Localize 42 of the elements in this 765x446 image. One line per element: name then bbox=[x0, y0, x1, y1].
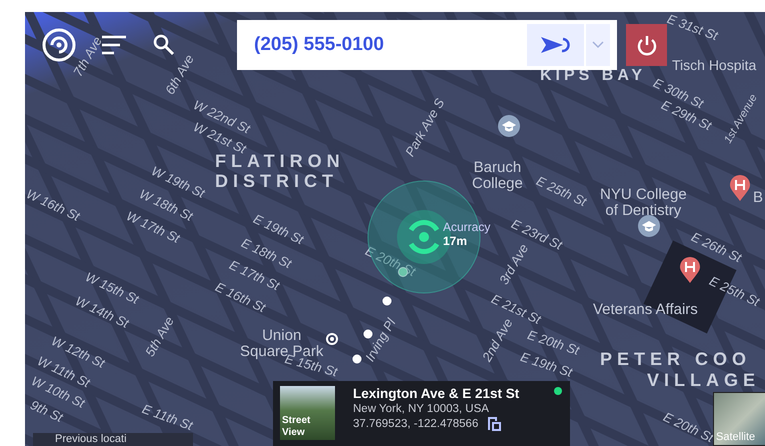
hospital-marker-icon bbox=[729, 174, 751, 202]
accuracy-label: Acurracy bbox=[443, 220, 490, 234]
street-view-photo-placeholder[interactable]: Street View bbox=[280, 386, 335, 440]
location-title: Lexington Ave & E 21st St bbox=[353, 386, 520, 401]
map-label: NYU College of Dentistry bbox=[600, 187, 687, 218]
map-label: 6th Ave bbox=[163, 52, 196, 97]
search-icon[interactable] bbox=[153, 34, 175, 56]
map-label: FLATIRON bbox=[215, 152, 345, 171]
location-coordinates: 37.769523, -122.478566 bbox=[353, 418, 478, 430]
send-arrow-icon bbox=[538, 34, 572, 56]
previous-location-button[interactable]: Previous locati bbox=[33, 433, 193, 446]
hospital-marker-icon bbox=[679, 256, 701, 284]
map-label: Tisch Hospita bbox=[672, 58, 756, 73]
phone-number-field[interactable]: (205) 555-0100 bbox=[237, 20, 617, 70]
map-label: DISTRICT bbox=[215, 172, 338, 191]
map-label: 3rd Ave bbox=[497, 242, 531, 287]
map-label: E 25th St bbox=[534, 174, 588, 209]
school-marker-icon bbox=[497, 114, 521, 138]
map-label: VILLAGE bbox=[647, 371, 760, 390]
copy-icon[interactable] bbox=[488, 417, 502, 431]
map-label: E 25th St bbox=[707, 274, 762, 309]
place-marker-icon bbox=[325, 332, 339, 346]
map-label: E 11th St bbox=[140, 402, 194, 433]
chevron-down-icon bbox=[592, 41, 604, 49]
map-label: 7th Ave bbox=[71, 34, 104, 79]
map-label: B bbox=[753, 190, 764, 206]
map-label: PETER COO bbox=[600, 350, 752, 369]
location-address: New York, NY 10003, USA bbox=[353, 403, 490, 415]
map-label: 5th Ave bbox=[143, 314, 176, 359]
map-label: E 20th St bbox=[661, 410, 716, 445]
power-icon bbox=[636, 34, 658, 56]
map-label: W 16th St bbox=[25, 187, 82, 224]
send-callback-button[interactable] bbox=[527, 24, 584, 66]
map-label: E 31st St bbox=[665, 12, 720, 43]
map-label: Baruch College bbox=[472, 160, 523, 192]
accuracy-value: 17m bbox=[443, 234, 468, 248]
power-button[interactable] bbox=[626, 24, 667, 66]
map-label: Veterans Affairs bbox=[593, 302, 698, 318]
map-label: 9th St bbox=[28, 398, 65, 425]
map-label: E 26th St bbox=[689, 230, 744, 265]
menu-icon[interactable] bbox=[101, 35, 127, 55]
street-view-label: Street View bbox=[282, 415, 310, 438]
